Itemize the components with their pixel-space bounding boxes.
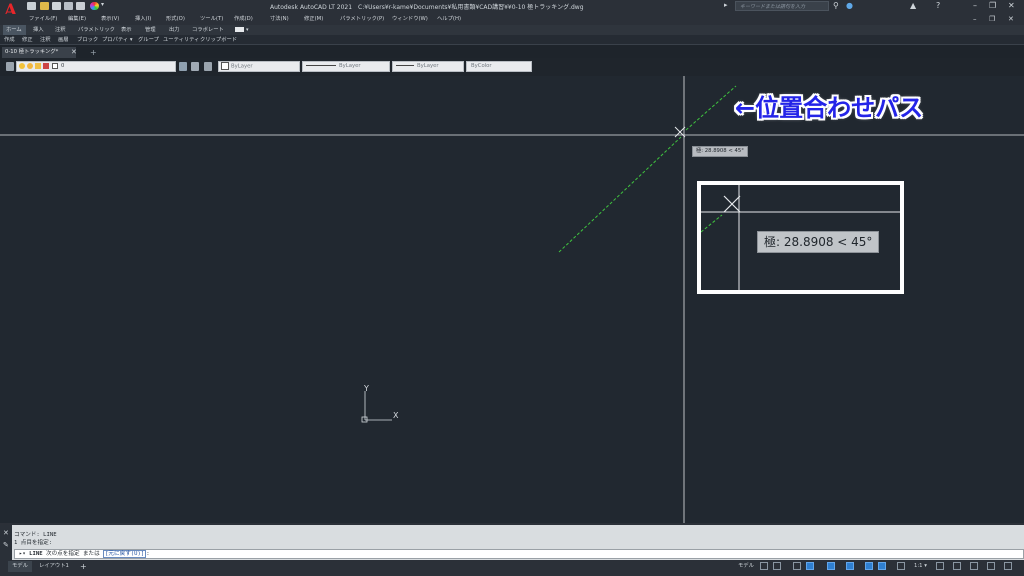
polar-tooltip-zoomed: 極: 28.8908 < 45° [757, 231, 880, 253]
polar-tracking-icon[interactable] [806, 562, 814, 570]
object-snap-icon[interactable] [865, 562, 873, 570]
polar-tooltip: 極: 28.8908 < 45° [692, 146, 748, 157]
snap-icon[interactable] [773, 562, 781, 570]
ucs-x-label: X [393, 411, 399, 420]
grid-icon[interactable] [760, 562, 768, 570]
workspace-gear-icon[interactable] [936, 562, 944, 570]
isolate-objects-icon[interactable] [987, 562, 995, 570]
transparency-icon[interactable] [897, 562, 905, 570]
tracking-line [558, 136, 682, 253]
command-history-line-2: 1 点目を指定: [14, 540, 53, 546]
annotation-scale-dropdown[interactable]: 1:1 ▾ [914, 561, 927, 572]
command-prompt-icon: ▸▾ [19, 551, 30, 557]
tab-layout1[interactable]: レイアウト1 [35, 561, 73, 572]
command-close-icon[interactable]: ✕ [3, 529, 9, 537]
tracking-line-ext [685, 85, 737, 131]
command-settings-icon[interactable]: ✎ [3, 541, 9, 549]
alignment-path-annotation: ←位置合わせパス [735, 94, 924, 122]
ucs-origin-box [361, 416, 368, 423]
annotation-monitor-icon[interactable] [953, 562, 961, 570]
ortho-icon[interactable] [793, 562, 801, 570]
command-input[interactable]: ▸▾ LINE 次の点を指定 または [元に戻す(U)]: [14, 549, 1024, 559]
isodraft-icon[interactable] [827, 562, 835, 570]
command-history-line-1: コマンド: LINE [14, 532, 57, 538]
units-icon[interactable] [970, 562, 978, 570]
add-layout-button[interactable]: + [76, 561, 91, 572]
tab-model[interactable]: モデル [8, 561, 32, 572]
lineweight-icon[interactable] [878, 562, 886, 570]
object-snap-tracking-icon[interactable] [846, 562, 854, 570]
command-name: LINE [29, 551, 43, 557]
model-space-label[interactable]: モデル [738, 561, 754, 572]
customization-menu-icon[interactable] [1004, 562, 1012, 570]
ucs-y-label: Y [364, 384, 369, 393]
command-prompt-text: 次の点を指定 または [45, 551, 100, 557]
command-prompt-tail: : [146, 551, 150, 557]
command-option-undo[interactable]: [元に戻す(U)] [103, 550, 147, 558]
